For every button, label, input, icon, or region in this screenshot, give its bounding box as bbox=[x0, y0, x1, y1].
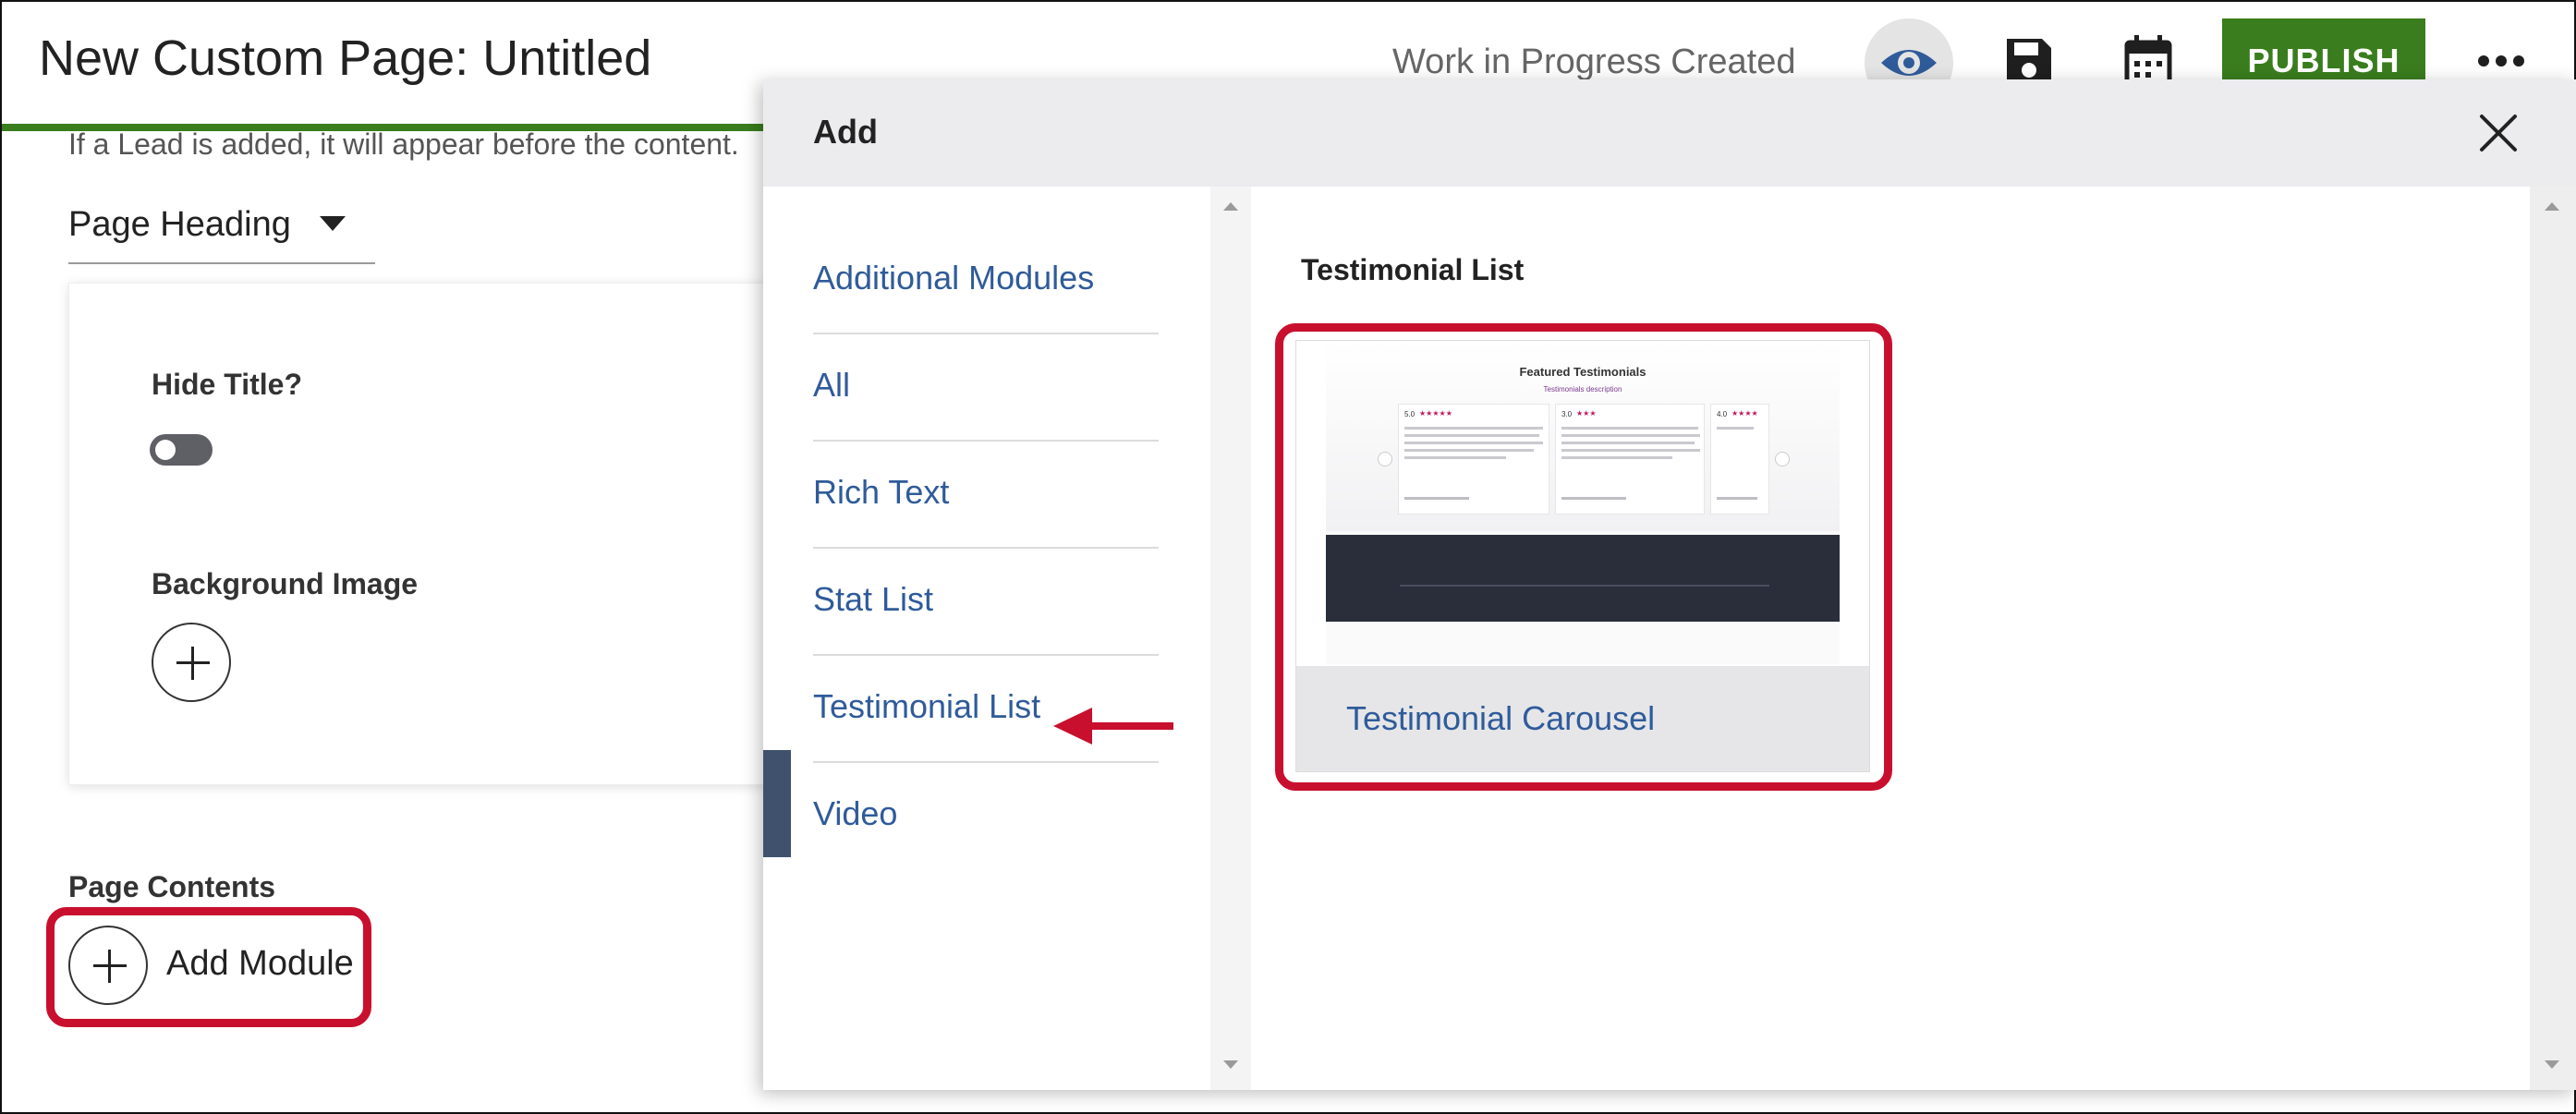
category-label: Stat List bbox=[813, 580, 934, 618]
category-pane: Additional Modules All Rich Text Stat Li… bbox=[763, 187, 1210, 1090]
add-module-circle bbox=[68, 926, 148, 1005]
thumbnail-next-icon bbox=[1775, 452, 1790, 466]
text-line bbox=[1404, 497, 1469, 500]
toggle-knob bbox=[155, 440, 176, 460]
module-section-heading: Testimonial List bbox=[1301, 253, 1525, 286]
text-line bbox=[1561, 497, 1626, 500]
category-label: Additional Modules bbox=[813, 259, 1095, 297]
thumbnail-testimonial-card: 5.0 ★★★★★ bbox=[1398, 404, 1549, 515]
plus-icon bbox=[93, 950, 127, 983]
module-label: Testimonial Carousel bbox=[1346, 699, 1656, 737]
thumbnail-rating: 3.0 bbox=[1561, 410, 1573, 418]
text-line bbox=[1404, 442, 1543, 444]
dialog-title: Add bbox=[813, 113, 878, 151]
module-label-bar: Testimonial Carousel bbox=[1296, 666, 1869, 771]
thumbnail-title: Featured Testimonials bbox=[1519, 365, 1646, 379]
page-heading-card bbox=[68, 283, 800, 785]
page-contents-label: Page Contents bbox=[68, 870, 276, 903]
category-item-stat-list[interactable]: Stat List bbox=[813, 549, 1159, 656]
dialog-close-button[interactable] bbox=[2469, 103, 2528, 163]
annotation-arrow bbox=[1053, 708, 1173, 745]
module-card-testimonial-carousel[interactable]: Featured Testimonials Testimonials descr… bbox=[1295, 340, 1870, 772]
text-line bbox=[1717, 427, 1754, 430]
hide-title-toggle[interactable] bbox=[150, 434, 213, 466]
scroll-down-icon bbox=[2545, 1060, 2559, 1069]
text-line bbox=[1404, 449, 1534, 452]
category-list: Additional Modules All Rich Text Stat Li… bbox=[813, 227, 1159, 870]
active-category-indicator bbox=[763, 750, 791, 857]
category-item-rich-text[interactable]: Rich Text bbox=[813, 442, 1159, 549]
add-module-button[interactable]: Add Module bbox=[68, 924, 364, 1012]
text-line bbox=[1561, 427, 1698, 430]
scroll-up-icon bbox=[1223, 202, 1238, 211]
thumbnail-rating: 4.0 bbox=[1717, 410, 1728, 418]
dialog-header: Add bbox=[763, 79, 2576, 187]
category-label: Testimonial List bbox=[813, 687, 1041, 725]
add-module-label: Add Module bbox=[166, 944, 354, 983]
lead-note: If a Lead is added, it will appear befor… bbox=[68, 127, 739, 161]
thumbnail-footer-line bbox=[1400, 585, 1769, 587]
text-line bbox=[1561, 434, 1700, 437]
text-line bbox=[1404, 434, 1539, 437]
category-item-additional-modules[interactable]: Additional Modules bbox=[813, 227, 1159, 334]
module-scrollbar[interactable] bbox=[2530, 187, 2576, 1090]
thumbnail-testimonial-card: 3.0 ★★★ bbox=[1555, 404, 1705, 515]
category-label: All bbox=[813, 366, 851, 404]
category-label: Rich Text bbox=[813, 473, 950, 511]
text-line bbox=[1561, 449, 1700, 452]
star-rating-icon: ★★★★★ bbox=[1419, 409, 1452, 418]
add-background-image-button[interactable] bbox=[152, 623, 231, 702]
text-line bbox=[1404, 427, 1543, 430]
text-line bbox=[1561, 456, 1672, 459]
text-line bbox=[1717, 497, 1757, 500]
close-icon bbox=[2480, 115, 2517, 151]
page-title: New Custom Page: Untitled bbox=[39, 30, 652, 86]
category-label: Video bbox=[813, 794, 898, 832]
status-text: Work in Progress Created bbox=[1392, 42, 1796, 81]
thumbnail-footer-band bbox=[1326, 535, 1840, 622]
plus-icon bbox=[176, 647, 210, 680]
category-scrollbar[interactable] bbox=[1210, 187, 1251, 1090]
scroll-up-icon bbox=[2545, 202, 2559, 211]
text-line bbox=[1404, 456, 1506, 459]
thumbnail-testimonial-card: 4.0 ★★★★ bbox=[1710, 404, 1769, 515]
text-line bbox=[1561, 442, 1695, 444]
star-rating-icon: ★★★ bbox=[1576, 409, 1597, 418]
thumbnail-rating: 5.0 bbox=[1404, 410, 1416, 418]
module-thumbnail: Featured Testimonials Testimonials descr… bbox=[1326, 341, 1840, 664]
page-heading-select-value: Page Heading bbox=[68, 205, 291, 244]
background-image-label: Background Image bbox=[152, 567, 419, 600]
hide-title-label: Hide Title? bbox=[152, 368, 302, 401]
category-item-video[interactable]: Video bbox=[813, 763, 1159, 870]
caret-down-icon bbox=[320, 216, 346, 231]
star-rating-icon: ★★★★ bbox=[1732, 409, 1758, 418]
thumbnail-description: Testimonials description bbox=[1543, 385, 1622, 394]
scroll-down-icon bbox=[1223, 1060, 1238, 1069]
page-heading-select[interactable]: Page Heading bbox=[68, 198, 375, 264]
category-item-all[interactable]: All bbox=[813, 334, 1159, 442]
thumbnail-prev-icon bbox=[1378, 452, 1392, 466]
